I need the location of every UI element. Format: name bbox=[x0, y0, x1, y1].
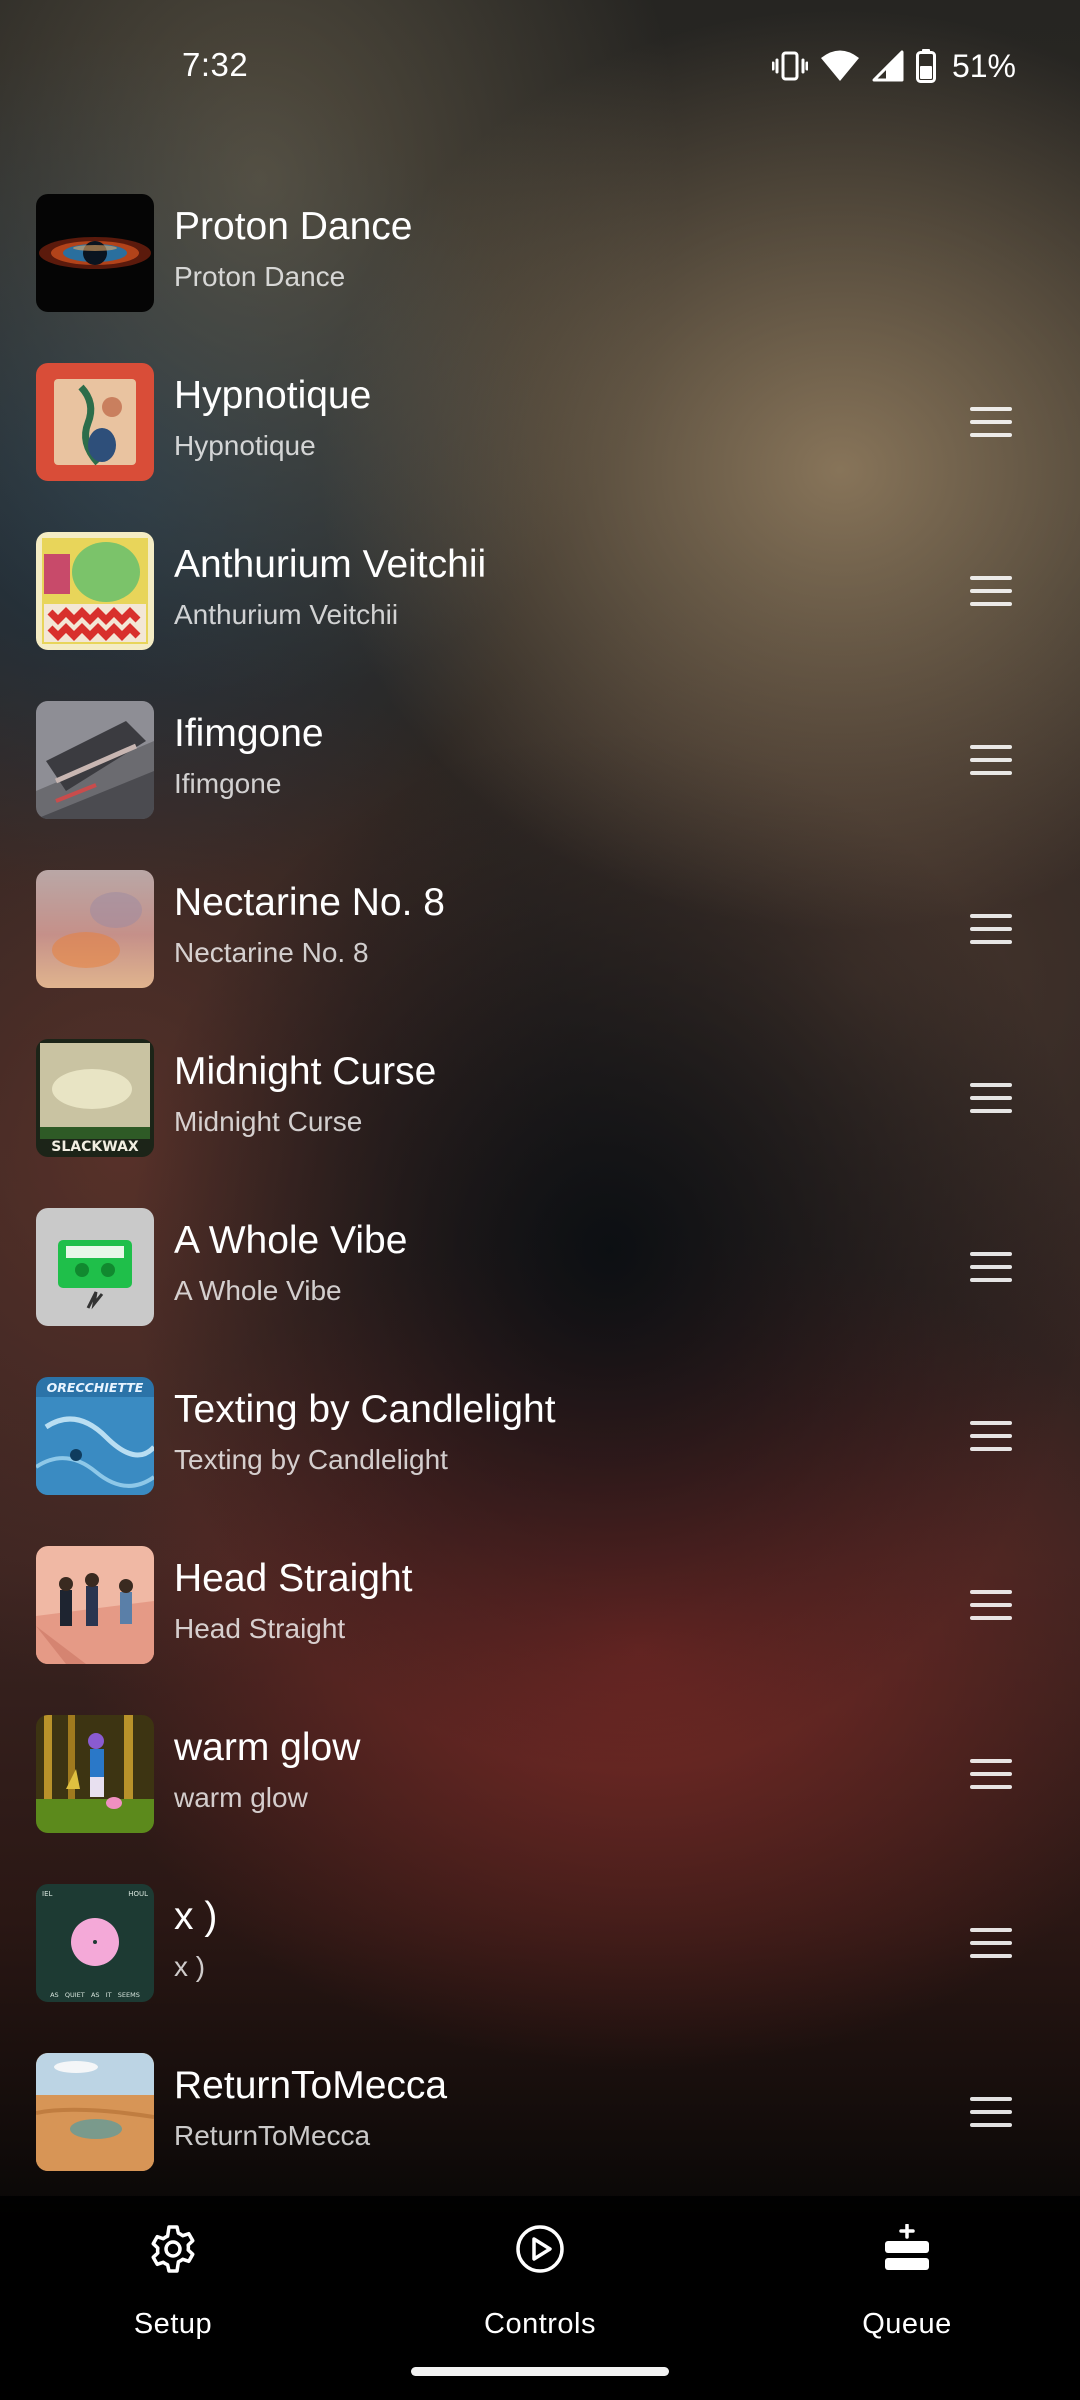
album-art bbox=[36, 1208, 154, 1326]
art-label: ORECCHIETTE bbox=[47, 1380, 144, 1395]
queue-item[interactable]: Proton Dance Proton Dance bbox=[0, 168, 1080, 337]
track-title: A Whole Vibe bbox=[174, 1219, 408, 1262]
art-label: HOUL bbox=[128, 1890, 148, 1898]
album-art: IEL HOUL AS QUIET AS IT SEEMS bbox=[36, 1884, 154, 2002]
album-art: SLACKWAX bbox=[36, 1039, 154, 1157]
queue-item[interactable]: ReturnToMecca ReturnToMecca bbox=[0, 2027, 1080, 2196]
vibrate-icon bbox=[771, 51, 808, 81]
art-label: SLACKWAX bbox=[51, 1139, 139, 1155]
album-art bbox=[36, 870, 154, 988]
track-subtitle: warm glow bbox=[174, 1782, 308, 1813]
album-art bbox=[36, 532, 154, 650]
album-art bbox=[36, 363, 154, 481]
album-art bbox=[36, 194, 154, 312]
nav-label: Queue bbox=[862, 2308, 952, 2340]
status-icons: 51% bbox=[771, 46, 1016, 86]
queue-list: Proton Dance Proton Dance Hypnotique Hyp… bbox=[0, 168, 1080, 2196]
album-art: ORECCHIETTE bbox=[36, 1377, 154, 1495]
drag-handle-icon[interactable] bbox=[968, 1413, 1014, 1459]
wifi-icon bbox=[820, 50, 859, 81]
play-circle-icon bbox=[516, 2225, 564, 2273]
drag-handle-icon[interactable] bbox=[968, 568, 1014, 614]
track-subtitle: Anthurium Veitchii bbox=[174, 599, 399, 630]
track-title: Anthurium Veitchii bbox=[174, 543, 487, 586]
art-label: IEL bbox=[42, 1890, 52, 1898]
track-subtitle: Hypnotique bbox=[174, 430, 316, 461]
queue-item[interactable]: Anthurium Veitchii Anthurium Veitchii bbox=[0, 506, 1080, 675]
drag-handle-icon[interactable] bbox=[968, 1920, 1014, 1966]
track-title: Ifimgone bbox=[174, 712, 324, 755]
drag-handle-icon[interactable] bbox=[968, 1751, 1014, 1797]
track-title: Proton Dance bbox=[174, 205, 413, 248]
track-subtitle: A Whole Vibe bbox=[174, 1275, 342, 1306]
drag-handle-icon[interactable] bbox=[968, 1244, 1014, 1290]
track-subtitle: Proton Dance bbox=[174, 261, 346, 292]
queue-item[interactable]: A Whole Vibe A Whole Vibe bbox=[0, 1182, 1080, 1351]
queue-icon bbox=[885, 2224, 929, 2270]
drag-handle-icon[interactable] bbox=[968, 1075, 1014, 1121]
queue-item[interactable]: ORECCHIETTE Texting by Candlelight Texti… bbox=[0, 1351, 1080, 1520]
art-label: AS QUIET AS IT SEEMS bbox=[50, 1991, 140, 1999]
nav-controls[interactable]: Controls bbox=[430, 2224, 650, 2354]
queue-item[interactable]: Hypnotique Hypnotique bbox=[0, 337, 1080, 506]
nav-label: Setup bbox=[133, 2308, 213, 2340]
drag-handle-icon[interactable] bbox=[968, 399, 1014, 445]
track-subtitle: Head Straight bbox=[174, 1613, 346, 1644]
queue-item[interactable]: Head Straight Head Straight bbox=[0, 1520, 1080, 1689]
track-subtitle: Midnight Curse bbox=[174, 1106, 363, 1137]
track-title: Nectarine No. 8 bbox=[174, 881, 445, 924]
drag-handle-icon[interactable] bbox=[968, 906, 1014, 952]
drag-handle-icon[interactable] bbox=[968, 2089, 1014, 2135]
gear-icon bbox=[151, 2225, 195, 2273]
track-subtitle: x ) bbox=[174, 1951, 206, 1982]
track-subtitle: Ifimgone bbox=[174, 768, 282, 799]
nav-setup[interactable]: Setup bbox=[63, 2224, 283, 2354]
album-art bbox=[36, 1546, 154, 1664]
track-subtitle: ReturnToMecca bbox=[174, 2120, 371, 2151]
track-title: ReturnToMecca bbox=[174, 2064, 448, 2107]
album-art bbox=[36, 701, 154, 819]
album-art bbox=[36, 1715, 154, 1833]
home-indicator[interactable] bbox=[411, 2367, 669, 2376]
queue-item[interactable]: Ifimgone Ifimgone bbox=[0, 675, 1080, 844]
queue-item[interactable]: warm glow warm glow bbox=[0, 1689, 1080, 1858]
drag-handle-icon[interactable] bbox=[968, 737, 1014, 783]
battery-icon bbox=[915, 49, 936, 83]
track-title: Hypnotique bbox=[174, 374, 372, 417]
battery-percent: 51% bbox=[951, 47, 1016, 84]
status-time: 7:32 bbox=[182, 46, 249, 83]
track-subtitle: Texting by Candlelight bbox=[174, 1444, 448, 1475]
queue-item[interactable]: SLACKWAX Midnight Curse Midnight Curse bbox=[0, 1013, 1080, 1182]
track-subtitle: Nectarine No. 8 bbox=[174, 937, 369, 968]
track-title: warm glow bbox=[174, 1726, 361, 1769]
nav-queue[interactable]: Queue bbox=[797, 2224, 1017, 2354]
nav-label: Controls bbox=[484, 2308, 596, 2340]
status-bar: 7:32 51% bbox=[0, 0, 1080, 130]
track-title: Texting by Candlelight bbox=[174, 1388, 556, 1431]
cell-signal-icon bbox=[872, 50, 904, 82]
queue-item[interactable]: IEL HOUL AS QUIET AS IT SEEMS x ) x ) bbox=[0, 1858, 1080, 2027]
album-art bbox=[36, 2053, 154, 2171]
track-title: Head Straight bbox=[174, 1557, 413, 1600]
track-title: Midnight Curse bbox=[174, 1050, 437, 1093]
queue-item[interactable]: Nectarine No. 8 Nectarine No. 8 bbox=[0, 844, 1080, 1013]
drag-handle-icon[interactable] bbox=[968, 1582, 1014, 1628]
track-title: x ) bbox=[174, 1895, 218, 1938]
